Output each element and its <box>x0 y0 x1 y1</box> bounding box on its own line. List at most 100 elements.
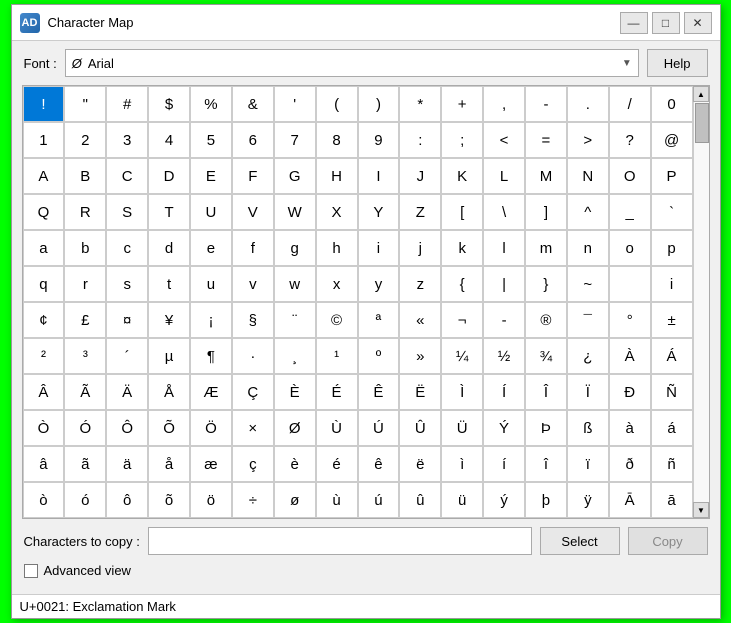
char-cell[interactable]: ð <box>609 446 651 482</box>
char-cell[interactable]: P <box>651 158 693 194</box>
char-cell[interactable]: ý <box>483 482 525 518</box>
char-cell[interactable]: Ö <box>190 410 232 446</box>
char-cell[interactable]: ï <box>567 446 609 482</box>
char-cell[interactable]: ½ <box>483 338 525 374</box>
char-cell[interactable]: ! <box>23 86 65 122</box>
char-cell[interactable]: t <box>148 266 190 302</box>
char-cell[interactable]: 0 <box>651 86 693 122</box>
char-cell[interactable]: Õ <box>148 410 190 446</box>
char-cell[interactable]: = <box>525 122 567 158</box>
char-cell[interactable]: ¹ <box>316 338 358 374</box>
char-cell[interactable]: C <box>106 158 148 194</box>
char-cell[interactable]: ä <box>106 446 148 482</box>
char-cell[interactable]: L <box>483 158 525 194</box>
char-cell[interactable]: Ë <box>399 374 441 410</box>
char-cell[interactable]: ö <box>190 482 232 518</box>
char-cell[interactable]: í <box>483 446 525 482</box>
char-cell[interactable]: ® <box>525 302 567 338</box>
char-cell[interactable]: î <box>525 446 567 482</box>
chars-to-copy-input[interactable] <box>148 527 532 555</box>
char-cell[interactable]: ¨ <box>274 302 316 338</box>
char-cell[interactable]: m <box>525 230 567 266</box>
char-cell[interactable]: > <box>567 122 609 158</box>
char-cell[interactable]: W <box>274 194 316 230</box>
char-cell[interactable]: Á <box>651 338 693 374</box>
char-cell[interactable]: ã <box>64 446 106 482</box>
char-cell[interactable]: ~ <box>567 266 609 302</box>
char-cell[interactable]: d <box>148 230 190 266</box>
char-cell[interactable]: Ì <box>441 374 483 410</box>
char-cell[interactable]: : <box>399 122 441 158</box>
char-cell[interactable]: Ā <box>609 482 651 518</box>
char-cell[interactable]: k <box>441 230 483 266</box>
char-cell[interactable]: V <box>232 194 274 230</box>
char-cell[interactable]: i <box>651 266 693 302</box>
char-cell[interactable]: § <box>232 302 274 338</box>
char-cell[interactable]: x <box>316 266 358 302</box>
char-cell[interactable]: O <box>609 158 651 194</box>
char-cell[interactable]: 5 <box>190 122 232 158</box>
scroll-track[interactable] <box>694 102 709 502</box>
char-cell[interactable]: + <box>441 86 483 122</box>
char-cell[interactable]: Þ <box>525 410 567 446</box>
char-cell[interactable]: & <box>232 86 274 122</box>
char-cell[interactable]: . <box>567 86 609 122</box>
char-cell[interactable]: ü <box>441 482 483 518</box>
char-cell[interactable]: æ <box>190 446 232 482</box>
char-cell[interactable]: ÿ <box>567 482 609 518</box>
char-cell[interactable]: j <box>399 230 441 266</box>
char-cell[interactable]: T <box>148 194 190 230</box>
char-cell[interactable]: ¡ <box>190 302 232 338</box>
char-cell[interactable]: Ð <box>609 374 651 410</box>
char-cell[interactable]: ó <box>64 482 106 518</box>
char-cell[interactable]: J <box>399 158 441 194</box>
char-cell[interactable]: , <box>483 86 525 122</box>
char-cell[interactable]: · <box>232 338 274 374</box>
char-cell[interactable]: Ä <box>106 374 148 410</box>
char-cell[interactable]: þ <box>525 482 567 518</box>
char-cell[interactable]: b <box>64 230 106 266</box>
font-dropdown[interactable]: Ø Arial ▼ <box>65 49 639 77</box>
char-cell[interactable]: Q <box>23 194 65 230</box>
char-cell[interactable]: F <box>232 158 274 194</box>
char-cell[interactable]: E <box>190 158 232 194</box>
char-cell[interactable]: 8 <box>316 122 358 158</box>
select-button[interactable]: Select <box>540 527 620 555</box>
char-cell[interactable]: H <box>316 158 358 194</box>
char-cell[interactable]: z <box>399 266 441 302</box>
char-cell[interactable]: ê <box>358 446 400 482</box>
char-cell[interactable]: ñ <box>651 446 693 482</box>
char-cell[interactable]: ³ <box>64 338 106 374</box>
char-cell[interactable]: n <box>567 230 609 266</box>
char-cell[interactable]: Í <box>483 374 525 410</box>
char-cell[interactable]: y <box>358 266 400 302</box>
char-cell[interactable]: Ï <box>567 374 609 410</box>
char-cell[interactable]: f <box>232 230 274 266</box>
char-cell[interactable]: û <box>399 482 441 518</box>
char-cell[interactable]: Ã <box>64 374 106 410</box>
char-cell[interactable]: Ú <box>358 410 400 446</box>
char-cell[interactable]: a <box>23 230 65 266</box>
char-cell[interactable]: â <box>23 446 65 482</box>
char-cell[interactable]: ' <box>274 86 316 122</box>
scroll-up-button[interactable]: ▲ <box>693 86 709 102</box>
char-cell[interactable]: 4 <box>148 122 190 158</box>
char-cell[interactable]: ? <box>609 122 651 158</box>
char-cell[interactable]: q <box>23 266 65 302</box>
char-cell[interactable]: ¬ <box>441 302 483 338</box>
char-cell[interactable]: U <box>190 194 232 230</box>
char-cell[interactable]: " <box>64 86 106 122</box>
char-cell[interactable]: < <box>483 122 525 158</box>
char-cell[interactable]: - <box>483 302 525 338</box>
char-cell[interactable]: p <box>651 230 693 266</box>
char-cell[interactable]: ; <box>441 122 483 158</box>
char-cell[interactable]: É <box>316 374 358 410</box>
close-button[interactable]: ✕ <box>684 12 712 34</box>
char-cell[interactable]: X <box>316 194 358 230</box>
char-cell[interactable]: Ü <box>441 410 483 446</box>
char-cell[interactable]: v <box>232 266 274 302</box>
char-cell[interactable]: 6 <box>232 122 274 158</box>
char-cell[interactable]: Ç <box>232 374 274 410</box>
char-cell[interactable]: S <box>106 194 148 230</box>
char-cell[interactable]: I <box>358 158 400 194</box>
